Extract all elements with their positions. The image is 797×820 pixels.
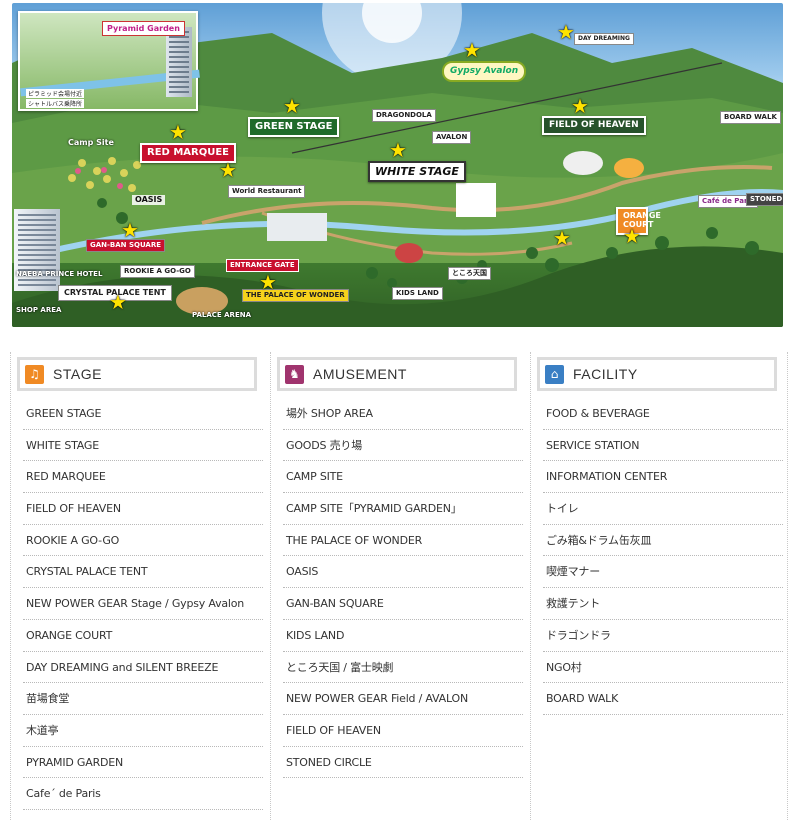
amusement-item[interactable]: FIELD OF HEAVEN <box>283 715 523 747</box>
amusement-item[interactable]: ところ天国 / 富士映劇 <box>283 652 523 684</box>
map-palace-arena[interactable]: PALACE ARENA <box>192 312 251 319</box>
stage-item[interactable]: 苗場食堂 <box>23 683 263 715</box>
map-camp-site[interactable]: Camp Site <box>68 139 114 147</box>
amusement-title: AMUSEMENT <box>313 366 407 382</box>
map-dragondola[interactable]: DRAGONDOLA <box>372 109 436 122</box>
amusement-item[interactable]: GAN-BAN SQUARE <box>283 588 523 620</box>
rocking-horse-icon: ♞ <box>285 365 304 384</box>
star-icon: ★ <box>109 292 127 314</box>
amusement-item[interactable]: GOODS 売り場 <box>283 430 523 462</box>
star-icon: ★ <box>553 228 571 250</box>
amusement-list: 場外 SHOP AREA GOODS 売り場 CAMP SITE CAMP SI… <box>283 398 523 779</box>
stage-item[interactable]: Cafe´ de Paris <box>23 778 263 810</box>
map-oasis[interactable]: OASIS <box>132 195 166 205</box>
inset-label-2: シャトルバス乗降所 <box>26 99 85 108</box>
stage-item[interactable]: NEW POWER GEAR Stage / Gypsy Avalon <box>23 588 263 620</box>
facility-header: ⌂ FACILITY <box>537 357 777 391</box>
map-day-dreaming[interactable]: DAY DREAMING <box>574 33 634 45</box>
inset-label-1: ピラミッド会場付近 <box>26 89 85 98</box>
facility-item[interactable]: BOARD WALK <box>543 683 783 715</box>
map-field-of-heaven[interactable]: FIELD OF HEAVEN <box>542 116 646 135</box>
stage-item[interactable]: PYRAMID GARDEN <box>23 747 263 779</box>
stage-list: GREEN STAGE WHITE STAGE RED MARQUEE FIEL… <box>23 398 263 810</box>
map-gypsy-avalon[interactable]: Gypsy Avalon <box>442 61 527 82</box>
map-shop-area[interactable]: SHOP AREA <box>16 307 61 314</box>
stage-item[interactable]: ROOKIE A GO-GO <box>23 525 263 557</box>
amusement-item[interactable]: 場外 SHOP AREA <box>283 398 523 430</box>
stage-item[interactable]: RED MARQUEE <box>23 461 263 494</box>
inset-hotel <box>166 27 192 97</box>
facility-item[interactable]: 喫煙マナー <box>543 556 783 589</box>
divider <box>530 352 531 820</box>
amusement-item[interactable]: THE PALACE OF WONDER <box>283 525 523 557</box>
amusement-item[interactable]: NEW POWER GEAR Field / AVALON <box>283 683 523 715</box>
amusement-item[interactable]: KIDS LAND <box>283 620 523 652</box>
map-naeba-prince-hotel-label: NAEBA PRINCE HOTEL <box>16 270 103 278</box>
divider <box>10 352 11 820</box>
home-icon: ⌂ <box>545 365 564 384</box>
divider <box>787 352 788 820</box>
facility-list: FOOD & BEVERAGE SERVICE STATION INFORMAT… <box>543 398 783 715</box>
facility-item[interactable]: INFORMATION CENTER <box>543 461 783 494</box>
star-icon: ★ <box>623 226 641 248</box>
amusement-item[interactable]: CAMP SITE <box>283 461 523 494</box>
stage-item[interactable]: WHITE STAGE <box>23 430 263 462</box>
map-green-stage[interactable]: GREEN STAGE <box>248 117 340 137</box>
facility-item[interactable]: FOOD & BEVERAGE <box>543 398 783 430</box>
category-columns: ♫ STAGE GREEN STAGE WHITE STAGE RED MARQ… <box>10 352 788 820</box>
stage-item[interactable]: ORANGE COURT <box>23 620 263 652</box>
star-icon: ★ <box>571 96 589 118</box>
facility-item[interactable]: 救護テント <box>543 588 783 620</box>
facility-title: FACILITY <box>573 366 638 382</box>
amusement-item[interactable]: STONED CIRCLE <box>283 747 523 779</box>
stage-item[interactable]: GREEN STAGE <box>23 398 263 430</box>
facility-item[interactable]: ドラゴンドラ <box>543 620 783 652</box>
star-icon: ★ <box>557 22 575 44</box>
map-boardwalk[interactable]: BOARD WALK <box>720 111 781 124</box>
stage-item[interactable]: FIELD OF HEAVEN <box>23 493 263 525</box>
star-icon: ★ <box>463 40 481 62</box>
facility-item[interactable]: ごみ箱&ドラム缶灰皿 <box>543 525 783 557</box>
facility-item[interactable]: SERVICE STATION <box>543 430 783 462</box>
map-tokoro-tengoku[interactable]: ところ天国 <box>448 267 491 280</box>
map-avalon[interactable]: AVALON <box>432 131 472 144</box>
map-white-stage[interactable]: WHITE STAGE <box>368 161 466 182</box>
stage-item[interactable]: DAY DREAMING and SILENT BREEZE <box>23 652 263 684</box>
pyramid-garden-inset: Pyramid Garden ピラミッド会場付近 シャトルバス乗降所 <box>18 11 200 111</box>
amusement-header: ♞ AMUSEMENT <box>277 357 517 391</box>
pyramid-garden-tag: Pyramid Garden <box>102 21 185 36</box>
festival-map: Pyramid Garden ピラミッド会場付近 シャトルバス乗降所 GREEN… <box>12 3 783 327</box>
music-note-icon: ♫ <box>25 365 44 384</box>
facility-item[interactable]: NGO村 <box>543 652 783 684</box>
star-icon: ★ <box>259 272 277 294</box>
star-icon: ★ <box>121 220 139 242</box>
map-rookie[interactable]: ROOKIE A GO-GO <box>120 265 195 278</box>
map-entrance-gate[interactable]: ENTRANCE GATE <box>226 259 299 272</box>
amusement-item[interactable]: OASIS <box>283 556 523 589</box>
star-icon: ★ <box>169 122 187 144</box>
amusement-item[interactable]: CAMP SITE「PYRAMID GARDEN」 <box>283 493 523 525</box>
stage-item[interactable]: CRYSTAL PALACE TENT <box>23 556 263 589</box>
naeba-prince-hotel <box>14 209 60 291</box>
stage-item[interactable]: 木道亭 <box>23 715 263 747</box>
divider <box>270 352 271 820</box>
star-icon: ★ <box>283 96 301 118</box>
map-stoned-circle[interactable]: STONED CIRCLE <box>746 193 783 206</box>
map-kids-land[interactable]: KIDS LAND <box>392 287 443 300</box>
map-world-restaurant[interactable]: World Restaurant <box>228 185 306 198</box>
facility-item[interactable]: トイレ <box>543 493 783 525</box>
star-icon: ★ <box>219 160 237 182</box>
stage-header: ♫ STAGE <box>17 357 257 391</box>
stage-title: STAGE <box>53 366 102 382</box>
star-icon: ★ <box>389 140 407 162</box>
